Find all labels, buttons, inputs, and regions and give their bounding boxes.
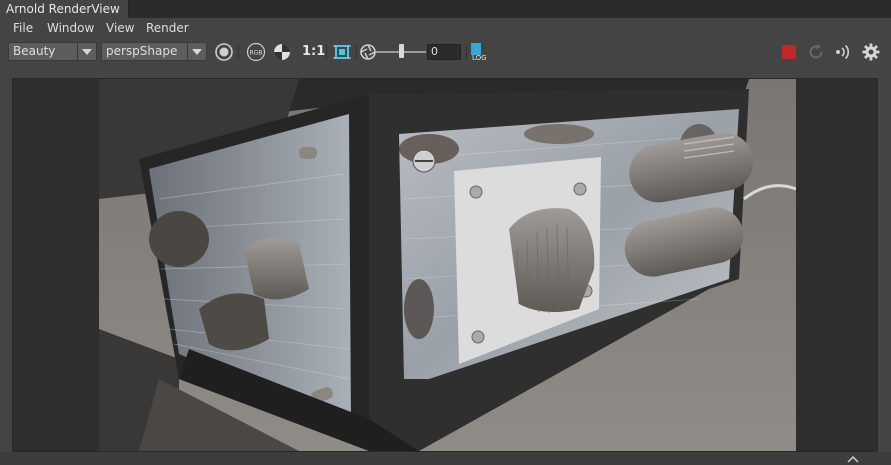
menu-file[interactable]: File <box>13 18 33 38</box>
menu-render[interactable]: Render <box>146 18 189 38</box>
render-viewport[interactable] <box>12 78 878 452</box>
rgb-label: RGB <box>250 50 263 57</box>
record-icon[interactable] <box>214 42 234 62</box>
menu-bar: File Window View Render <box>0 18 891 38</box>
aov-dropdown[interactable]: Beauty <box>8 42 97 61</box>
chevron-down-icon <box>77 43 96 60</box>
exposure-slider-handle[interactable] <box>398 44 404 58</box>
aov-dropdown-value: Beauty <box>13 44 56 58</box>
camera-dropdown-value: perspShape <box>106 44 178 58</box>
settings-gear-icon[interactable] <box>861 42 881 62</box>
refresh-icon[interactable] <box>806 42 826 62</box>
separator <box>356 44 357 60</box>
separator <box>238 44 239 60</box>
crop-region-icon[interactable] <box>332 42 352 62</box>
separator <box>466 44 467 60</box>
alpha-contrast-icon[interactable] <box>272 42 292 62</box>
rendered-image <box>99 79 796 451</box>
menu-window[interactable]: Window <box>47 18 94 38</box>
log-label: LOG <box>472 54 487 62</box>
chevron-down-icon <box>187 43 206 60</box>
title-tab-bar: Arnold RenderView <box>0 0 891 18</box>
window-tab[interactable]: Arnold RenderView <box>0 0 129 18</box>
toolbar: Beauty perspShape RGB 1:1 0 LOG <box>0 38 891 66</box>
arnold-renderview-window: Arnold RenderView File Window View Rende… <box>0 0 891 465</box>
rgb-channel-icon[interactable]: RGB <box>246 42 266 62</box>
log-icon[interactable]: LOG <box>470 42 490 62</box>
camera-dropdown[interactable]: perspShape <box>101 42 207 61</box>
status-bar <box>0 452 891 465</box>
ipr-broadcast-icon[interactable] <box>833 42 853 62</box>
menu-view[interactable]: View <box>106 18 134 38</box>
pixel-ratio-button[interactable]: 1:1 <box>302 44 325 59</box>
expand-panel-icon[interactable] <box>846 454 860 464</box>
exposure-input[interactable]: 0 <box>427 44 461 60</box>
separator <box>326 44 327 60</box>
stop-render-icon[interactable] <box>779 42 799 62</box>
aperture-exposure-icon[interactable] <box>358 42 378 62</box>
